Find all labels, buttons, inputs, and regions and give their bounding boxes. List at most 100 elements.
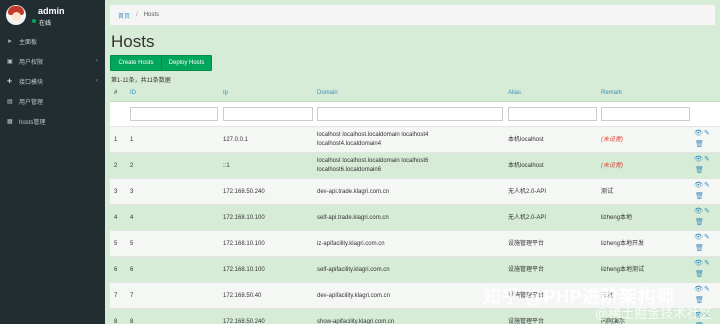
delete-icon[interactable]: 🗑 [695, 218, 704, 226]
cell-remark: 测试 [601, 189, 614, 195]
cell-remark: lizheng本地开发 [601, 241, 645, 247]
cell-num: 5 [114, 241, 118, 247]
column-header-ip[interactable]: Ip [223, 90, 228, 96]
cell-num: 1 [114, 137, 118, 143]
sidebar-item-3[interactable]: ▤ 用户管理 [0, 91, 105, 111]
cell-remark: (未设置) [601, 163, 623, 169]
alias-filter-input[interactable] [508, 107, 597, 121]
breadcrumb-current: Hosts [143, 12, 160, 18]
delete-icon[interactable]: 🗑 [695, 192, 704, 200]
table-row: 5 5 172.168.10.100 iz-apifacility.klagri.co… [110, 230, 720, 256]
edit-icon[interactable]: ✎ [704, 129, 710, 137]
view-icon[interactable]: 👁 [694, 233, 703, 241]
edit-icon[interactable]: ✎ [704, 285, 710, 293]
table-summary: 第1-11条，共11条数据 [111, 78, 171, 84]
sidebar-item-2[interactable]: ✚ 接口模块 ‹ [0, 71, 105, 91]
cell-domain-line1: show-apifacility.klagri.com.cn [317, 319, 395, 324]
delete-icon[interactable]: 🗑 [695, 270, 704, 278]
table-row: 4 4 172.168.10.100 self-api.trade.klagri.co… [110, 204, 720, 230]
view-icon[interactable]: 👁 [694, 285, 703, 293]
cell-remark: (未设置) [601, 137, 623, 143]
remark-filter-input[interactable] [601, 107, 690, 121]
user-status: 在线 [39, 21, 52, 27]
cell-alias: 设施管理平台 [508, 241, 545, 247]
send-icon: ➤ [7, 38, 13, 45]
breadcrumb: 首页 / Hosts [110, 5, 715, 25]
column-header-alias[interactable]: Alias [508, 90, 521, 96]
cell-num: 7 [114, 293, 118, 299]
user-name: admin [38, 6, 65, 16]
delete-icon[interactable]: 🗑 [695, 140, 704, 148]
cell-domain-line1: dev-api.trade.klagri.com.cn [317, 189, 390, 195]
edit-icon[interactable]: ✎ [704, 233, 710, 241]
column-header-num: # [114, 90, 118, 96]
edit-icon[interactable]: ✎ [704, 259, 710, 267]
delete-icon[interactable]: 🗑 [695, 166, 704, 174]
cell-num: 6 [114, 267, 118, 273]
view-icon[interactable]: 👁 [694, 129, 703, 137]
cell-domain-line1: localhost localhost.localdomain localhos… [317, 132, 429, 138]
column-header-domain[interactable]: Domain [317, 90, 338, 96]
cell-num: 8 [114, 319, 118, 324]
cell-id: 4 [130, 215, 134, 221]
column-header-id[interactable]: ID [130, 90, 136, 96]
sidebar-item-0[interactable]: ➤ 主面板 [0, 31, 105, 51]
cell-num: 2 [114, 163, 118, 169]
chevron-left-icon: ‹ [96, 78, 98, 84]
cell-id: 8 [130, 319, 134, 324]
table-row: 3 3 172.168.50.240 dev-api.trade.klagri.com… [110, 178, 720, 204]
sidebar-item-label: 接口模块 [19, 79, 44, 86]
cell-alias: 本机localhost [508, 137, 544, 143]
table-row: 6 6 172.168.10.100 self-apifacility.klagri.… [110, 256, 720, 282]
cell-id: 6 [130, 267, 134, 273]
watermark-juejin: @稀土掘金技术社区 [595, 306, 713, 321]
cell-id: 1 [130, 137, 134, 143]
ip-filter-input[interactable] [223, 107, 313, 121]
view-icon[interactable]: 👁 [694, 181, 703, 189]
cell-ip: 172.168.50.240 [223, 189, 265, 195]
page-title: Hosts [111, 32, 155, 51]
cell-domain-line1: iz-apifacility.klagri.com.cn [317, 241, 385, 247]
cell-ip: 172.168.50.40 [223, 293, 262, 299]
deploy-hosts-button[interactable]: Deploy Hosts [161, 55, 212, 71]
edit-icon[interactable]: ✎ [704, 181, 710, 189]
edit-icon[interactable]: ✎ [704, 207, 710, 215]
view-icon[interactable]: 👁 [694, 259, 703, 267]
id-filter-input[interactable] [130, 107, 218, 121]
avatar [6, 5, 26, 25]
sidebar-item-4[interactable]: ▦ hosts管理 [0, 111, 105, 131]
sidebar: admin 在线 ➤ 主面板 ▣ 用户权限 ‹ ✚ 接口模块 ‹ ▤ 用户管理 ▦ hosts管理 [0, 0, 105, 324]
cell-alias: 无人机2.0-API [508, 215, 547, 221]
cell-alias: 无人机2.0-API [508, 189, 547, 195]
cell-ip: 127.0.0.1 [223, 137, 249, 143]
domain-filter-input[interactable] [317, 107, 503, 121]
cell-domain-line2: localhost4.localdomain4 [317, 141, 382, 147]
cell-remark: lizheng本地 [601, 215, 633, 221]
hosts-icon: ▦ [7, 118, 13, 125]
cell-ip: 172.168.50.240 [223, 319, 265, 324]
folder-icon: ▣ [7, 58, 13, 65]
cell-domain-line1: localhost localhost.localdomain localhos… [317, 158, 429, 164]
create-hosts-button[interactable]: Create Hosts [110, 55, 162, 71]
sidebar-item-label: 主面板 [19, 39, 38, 46]
filter-row [110, 102, 720, 126]
sidebar-item-label: 用户管理 [19, 99, 44, 106]
table-row: 2 2::1 localhost localhost.localdomain loc… [110, 152, 720, 178]
delete-icon[interactable]: 🗑 [695, 244, 704, 252]
sidebar-item-label: hosts管理 [19, 119, 46, 126]
sidebar-item-1[interactable]: ▣ 用户权限 ‹ [0, 51, 105, 71]
cell-id: 2 [130, 163, 134, 169]
plugin-icon: ✚ [7, 78, 13, 85]
cell-alias: 本机localhost [508, 163, 544, 169]
cell-ip: 172.168.10.100 [223, 241, 265, 247]
cell-ip: 172.168.10.100 [223, 215, 265, 221]
cell-id: 5 [130, 241, 134, 247]
chevron-left-icon: ‹ [96, 58, 98, 64]
breadcrumb-home-link[interactable]: 首页 [118, 11, 130, 20]
view-icon[interactable]: 👁 [694, 207, 703, 215]
column-header-remark[interactable]: Remark [601, 90, 622, 96]
cell-num: 4 [114, 215, 118, 221]
edit-icon[interactable]: ✎ [704, 155, 710, 163]
main-content: 首页 / Hosts Hosts Create Hosts Deploy Hos… [105, 0, 720, 324]
view-icon[interactable]: 👁 [694, 155, 703, 163]
